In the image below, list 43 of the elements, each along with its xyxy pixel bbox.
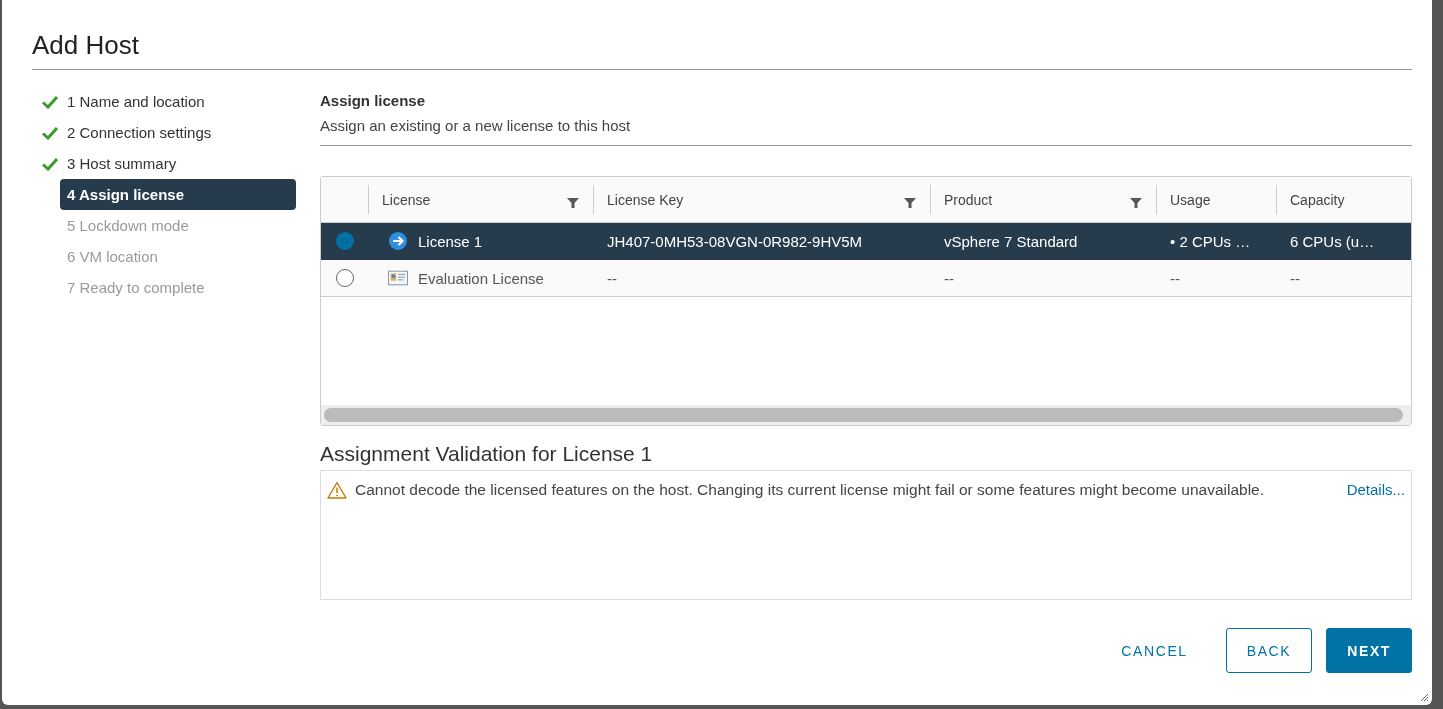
column-header[interactable]: Usage — [1156, 177, 1276, 222]
table-cell: vSphere 7 Standard — [944, 232, 1078, 250]
table-cell: 6 CPUs (u… — [1290, 232, 1375, 250]
table-cell: -- — [607, 269, 617, 287]
resize-grip-icon[interactable] — [1419, 692, 1429, 702]
wizard-step[interactable]: 4 Assign license — [60, 179, 296, 210]
table-cell: License 1 — [418, 232, 483, 250]
table-cell: -- — [1290, 269, 1300, 287]
table-cell: -- — [944, 269, 954, 287]
validation-message: Cannot decode the licensed features on the host. Changing its current license might fail or some features might become unavailable. — [355, 480, 1265, 500]
filter-icon[interactable] — [567, 196, 579, 209]
cancel-button[interactable]: CANCEL — [1101, 628, 1208, 673]
back-button[interactable]: BACK — [1225, 628, 1313, 673]
details-link[interactable]: Details... — [1346, 481, 1405, 498]
wizard-step[interactable]: 3 Host summary — [32, 148, 296, 179]
wizard-step[interactable]: 1 Name and location — [32, 86, 296, 117]
warning-icon — [327, 481, 347, 499]
checkmark-icon — [42, 125, 58, 140]
checkmark-icon — [42, 94, 58, 109]
column-header[interactable]: Product — [930, 177, 1156, 222]
filter-icon[interactable] — [904, 196, 916, 209]
section-title: Assign license — [320, 92, 427, 109]
table-cell: • 2 CPUs … — [1170, 232, 1251, 250]
table-cell: Evaluation License — [418, 269, 544, 287]
radio-button[interactable] — [335, 269, 354, 287]
next-button[interactable]: NEXT — [1326, 628, 1412, 673]
column-header[interactable]: Capacity — [1276, 177, 1411, 222]
arrow-icon — [388, 232, 408, 250]
column-header[interactable]: License Key — [593, 177, 930, 222]
radio-button[interactable] — [335, 232, 354, 250]
table-row[interactable]: Evaluation License -- -- -- -- — [321, 260, 1411, 297]
table-row[interactable]: License 1 JH407-0MH53-08VGN-0R982-9HV5M vSphere 7 Standard • 2 CPUs … 6 CPUs (u… — [321, 223, 1411, 260]
column-header[interactable]: License — [368, 177, 593, 222]
wizard-step[interactable]: 2 Connection settings — [32, 117, 296, 148]
table-cell: -- — [1170, 269, 1180, 287]
horizontal-scrollbar[interactable] — [321, 405, 1411, 425]
checkmark-icon — [42, 156, 58, 171]
certificate-icon — [388, 269, 408, 287]
validation-title: Assignment Validation for License 1 — [320, 442, 654, 466]
filter-icon[interactable] — [1130, 196, 1142, 209]
dialog-title: Add Host — [32, 30, 1412, 70]
table-cell: JH407-0MH53-08VGN-0R982-9HV5M — [607, 232, 863, 250]
section-subtitle: Assign an existing or a new license to this host — [320, 117, 1412, 146]
